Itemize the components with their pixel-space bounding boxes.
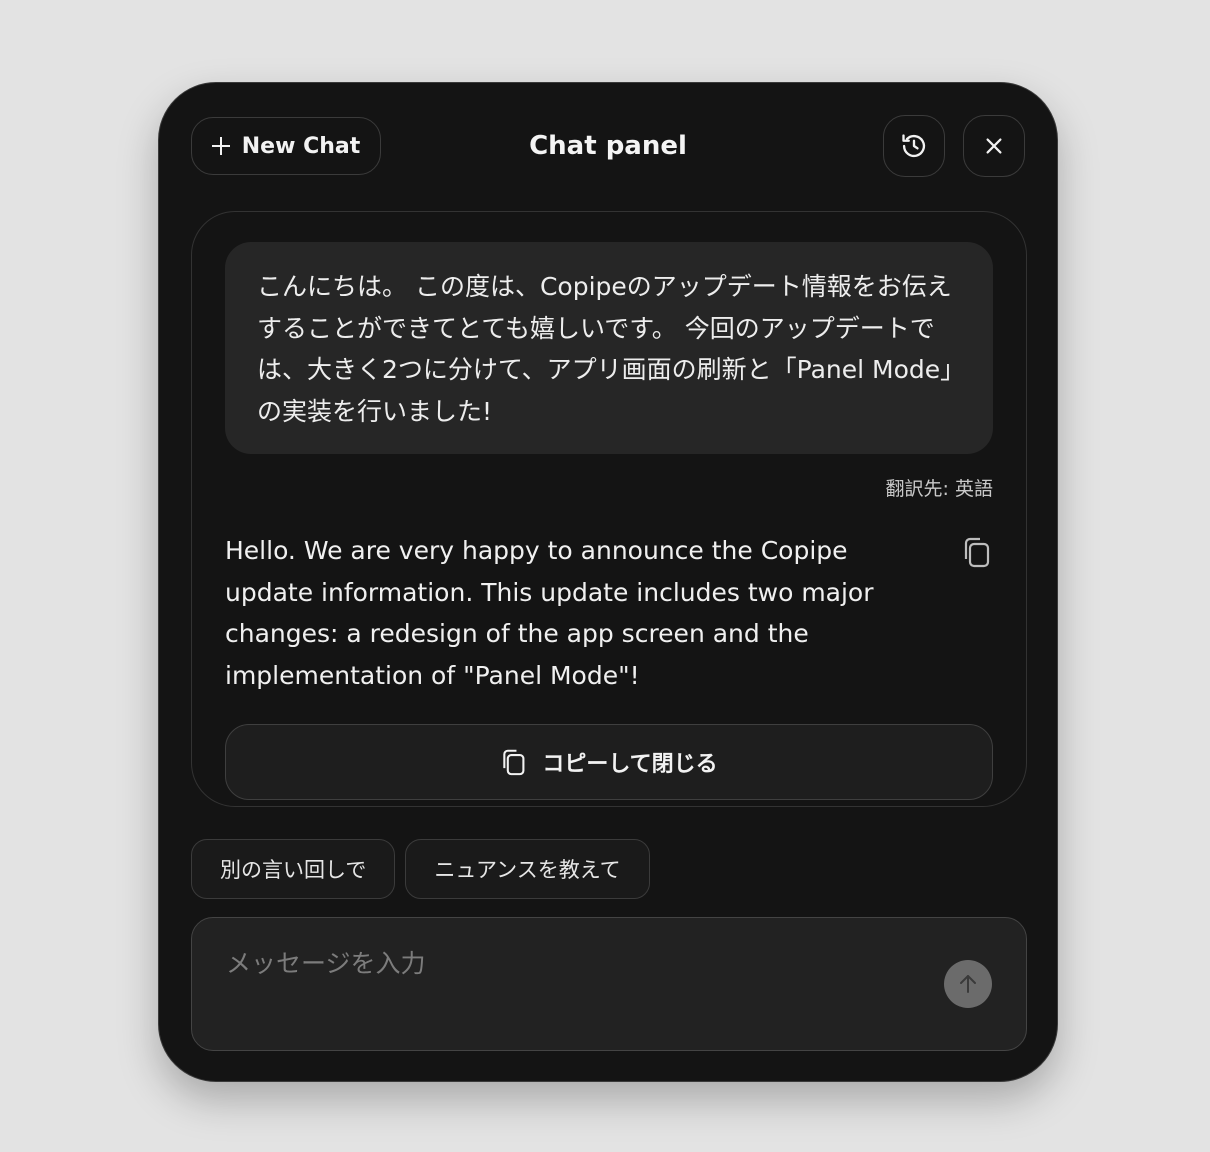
suggestion-chip-nuance[interactable]: ニュアンスを教えて: [405, 839, 650, 899]
new-chat-label: New Chat: [241, 133, 361, 159]
new-chat-button[interactable]: New Chat: [191, 117, 381, 175]
suggestion-chips: 別の言い回しで ニュアンスを教えて: [191, 839, 650, 899]
copy-result-button[interactable]: [960, 536, 992, 568]
send-button[interactable]: [944, 960, 992, 1008]
close-button[interactable]: [963, 115, 1025, 177]
source-message-bubble: こんにちは。 この度は、Copipeのアップデート情報をお伝えすることができてと…: [225, 242, 993, 454]
target-language-label: 翻訳先: 英語: [885, 478, 993, 500]
chat-panel: New Chat Chat panel こんにちは。 この度は、Copipeのア…: [158, 82, 1058, 1082]
message-input[interactable]: [224, 942, 928, 984]
close-icon: [986, 138, 1002, 154]
conversation-area[interactable]: こんにちは。 この度は、Copipeのアップデート情報をお伝えすることができてと…: [191, 211, 1027, 807]
history-icon: [902, 134, 926, 158]
arrow-up-icon: [960, 975, 976, 993]
suggestion-chip-rephrase[interactable]: 別の言い回しで: [191, 839, 396, 899]
copy-and-close-label: コピーして閉じる: [542, 752, 718, 777]
source-message-text: こんにちは。 この度は、Copipeのアップデート情報をお伝えすることができてと…: [257, 272, 953, 426]
copy-and-close-button[interactable]: コピーして閉じる: [225, 724, 993, 800]
message-input-box: [191, 917, 1027, 1051]
copy-icon: [503, 749, 525, 776]
plus-icon: [211, 137, 230, 155]
history-button[interactable]: [883, 115, 945, 177]
translation-result-text: Hello. We are very happy to announce the…: [225, 536, 874, 690]
copy-icon: [964, 537, 990, 568]
